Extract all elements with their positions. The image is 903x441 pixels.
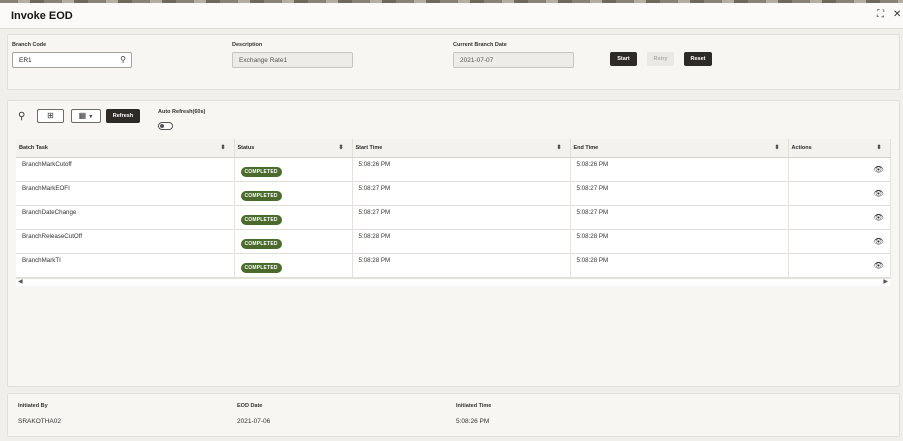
footer-panel <box>7 393 900 437</box>
start-time-cell: 5:08:26 PM <box>352 157 571 182</box>
sort-icon[interactable]: ⬍ <box>556 144 561 151</box>
batch-task-cell: BranchDateChange <box>16 205 235 230</box>
batch-task-table: Batch Task ⬍ Status ⬍ Start Time ⬍ End Time… <box>16 139 891 278</box>
status-badge: COMPLETED <box>240 214 282 225</box>
eod-date-value: 2021-07-06 <box>237 418 271 425</box>
end-time-cell: 5:08:28 PM <box>570 229 789 254</box>
columns-dropdown-button[interactable]: ▦ ▼ <box>71 109 101 123</box>
start-button[interactable]: Start <box>610 52 637 66</box>
status-badge: COMPLETED <box>240 262 282 273</box>
search-icon[interactable]: ⚲ <box>18 111 25 122</box>
grid-columns-icon: ▦ <box>78 111 87 120</box>
tree-view-icon: ⊞ <box>47 111 54 120</box>
status-badge: COMPLETED <box>240 238 282 249</box>
batch-task-cell: BranchMarkCutoff <box>16 157 235 182</box>
scroll-right-icon[interactable]: ▶ <box>883 278 888 285</box>
auto-refresh-toggle[interactable] <box>158 122 173 130</box>
horizontal-scrollbar[interactable]: ◀ ▶ <box>16 278 890 286</box>
table-row[interactable]: BranchMarkTI COMPLETED 5:08:28 PM 5:08:2… <box>16 253 891 278</box>
sort-icon[interactable]: ⬍ <box>876 144 881 151</box>
auto-refresh-label: Auto Refresh(60s) <box>158 109 206 115</box>
table-row[interactable]: BranchMarkEOFI COMPLETED 5:08:27 PM 5:08… <box>16 181 891 206</box>
sort-icon[interactable]: ⬍ <box>220 144 225 151</box>
table-row[interactable]: BranchDateChange COMPLETED 5:08:27 PM 5:… <box>16 205 891 230</box>
eye-icon[interactable]: 👁 <box>873 189 883 198</box>
initiated-time-value: 5:08:26 PM <box>456 418 490 425</box>
chevron-down-icon: ▼ <box>88 114 94 120</box>
maximize-icon[interactable]: ⛶ <box>877 9 884 20</box>
end-time-cell: 5:08:27 PM <box>570 205 789 230</box>
column-header-start-time[interactable]: Start Time ⬍ <box>352 139 571 158</box>
retry-button[interactable]: Retry <box>647 52 674 66</box>
tree-view-button[interactable]: ⊞ <box>37 109 64 123</box>
status-badge: COMPLETED <box>240 166 282 177</box>
current-branch-date-value: 2021-07-07 <box>460 57 494 64</box>
table-header-row: Batch Task ⬍ Status ⬍ Start Time ⬍ End Time… <box>16 139 891 158</box>
title-bar: Invoke EOD ⛶ ✕ <box>0 3 903 29</box>
description-value: Exchange Rate1 <box>239 57 288 64</box>
search-icon[interactable]: ⚲ <box>120 55 126 64</box>
column-header-end-time[interactable]: End Time ⬍ <box>570 139 789 158</box>
start-time-cell: 5:08:28 PM <box>352 253 571 278</box>
description-field: Exchange Rate1 <box>232 52 353 68</box>
refresh-button[interactable]: Refresh <box>106 109 140 123</box>
status-badge: COMPLETED <box>240 190 282 201</box>
initiated-by-value: SRAKOTHA02 <box>18 418 61 425</box>
branch-code-field[interactable]: ER1 ⚲ <box>12 52 132 68</box>
eye-icon[interactable]: 👁 <box>873 213 883 222</box>
page-title: Invoke EOD <box>11 10 73 22</box>
batch-task-cell: BranchMarkTI <box>16 253 235 278</box>
start-time-cell: 5:08:27 PM <box>352 205 571 230</box>
scroll-left-icon[interactable]: ◀ <box>18 278 23 285</box>
close-icon[interactable]: ✕ <box>893 9 901 20</box>
description-label: Description <box>232 42 263 48</box>
current-branch-date-field: 2021-07-07 <box>453 52 574 68</box>
start-time-cell: 5:08:27 PM <box>352 181 571 206</box>
current-branch-date-label: Current Branch Date <box>453 42 507 48</box>
table-row[interactable]: BranchReleaseCutOff COMPLETED 5:08:28 PM… <box>16 229 891 254</box>
sort-icon[interactable]: ⬍ <box>774 144 779 151</box>
sort-icon[interactable]: ⬍ <box>338 144 343 151</box>
eye-icon[interactable]: 👁 <box>873 165 883 174</box>
branch-code-value: ER1 <box>19 57 32 64</box>
eye-icon[interactable]: 👁 <box>873 261 883 270</box>
eod-date-label: EOD Date <box>237 403 263 409</box>
end-time-cell: 5:08:26 PM <box>570 157 789 182</box>
initiated-time-label: Initiated Time <box>456 403 492 409</box>
column-header-status[interactable]: Status ⬍ <box>234 139 353 158</box>
table-row[interactable]: BranchMarkCutoff COMPLETED 5:08:26 PM 5:… <box>16 157 891 182</box>
branch-code-label: Branch Code <box>12 42 47 48</box>
initiated-by-label: Initiated By <box>18 403 48 409</box>
batch-task-cell: BranchMarkEOFI <box>16 181 235 206</box>
end-time-cell: 5:08:28 PM <box>570 253 789 278</box>
eye-icon[interactable]: 👁 <box>873 237 883 246</box>
column-header-batch-task[interactable]: Batch Task ⬍ <box>16 139 235 158</box>
batch-task-cell: BranchReleaseCutOff <box>16 229 235 254</box>
end-time-cell: 5:08:27 PM <box>570 181 789 206</box>
reset-button[interactable]: Reset <box>684 52 712 66</box>
start-time-cell: 5:08:28 PM <box>352 229 571 254</box>
column-header-actions[interactable]: Actions ⬍ <box>788 139 891 158</box>
